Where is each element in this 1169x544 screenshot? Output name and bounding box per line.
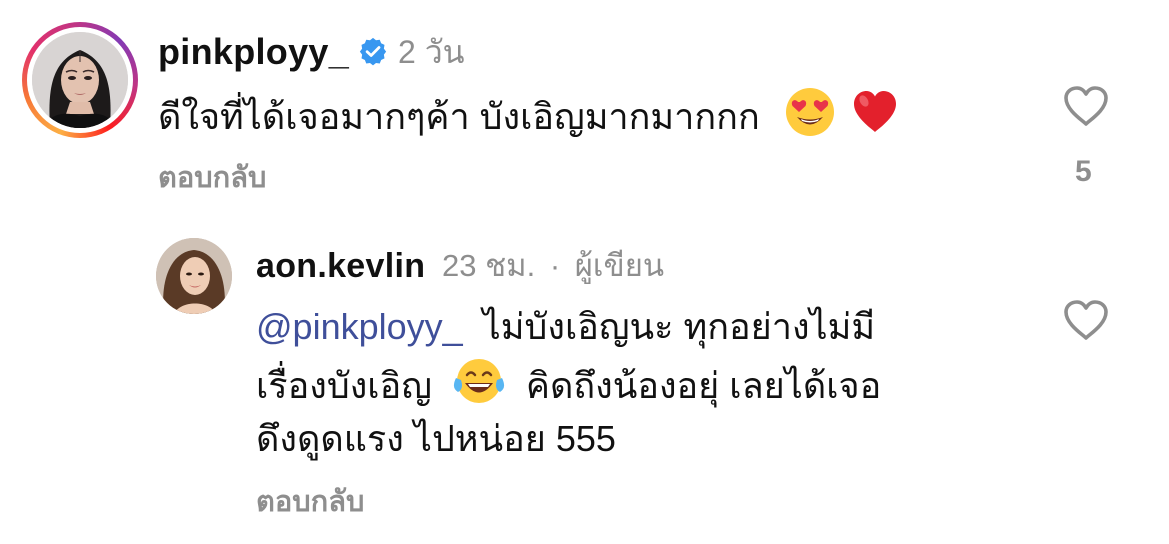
reply-line-1: @pinkployy_ ไม่บังเอิญนะ ทุกอย่างไม่มี bbox=[256, 300, 875, 354]
reply-button[interactable]: ตอบกลับ bbox=[256, 484, 364, 520]
verified-badge-icon bbox=[358, 36, 388, 71]
comment-timestamp: 2 วัน bbox=[398, 34, 465, 70]
reply-meta: 23 ชม. · ผู้เขียน bbox=[442, 244, 664, 288]
reply-timestamp: 23 ชม. bbox=[442, 248, 536, 283]
story-ring[interactable] bbox=[22, 22, 138, 138]
reply-text-line2b: คิดถึงน้องอยุ่ เลยได้เจอ bbox=[525, 365, 882, 407]
like-heart-icon[interactable] bbox=[1062, 84, 1110, 128]
story-ring-gap bbox=[27, 27, 133, 133]
comment-body: ดีใจที่ได้เจอมากๆค้า บังเอิญมากมากกก bbox=[158, 86, 900, 153]
comment-text: ดีใจที่ได้เจอมากๆค้า บังเอิญมากมากกก bbox=[158, 96, 760, 138]
mention-link[interactable]: @pinkployy_ bbox=[256, 306, 463, 347]
avatar-pinkployy[interactable] bbox=[32, 32, 128, 128]
reply-line-3: ดึงดูดแรง ไปหน่อย 555 bbox=[256, 418, 616, 459]
reply-text-line1: ไม่บังเอิญนะ ทุกอย่างไม่มี bbox=[482, 306, 876, 347]
like-count: 5 bbox=[1075, 155, 1092, 188]
red-heart-emoji-icon bbox=[850, 87, 900, 152]
comment-username[interactable]: pinkployy_ bbox=[158, 30, 349, 74]
reply-button[interactable]: ตอบกลับ bbox=[158, 160, 266, 196]
reply-text-line2a: เรื่องบังเอิญ bbox=[256, 365, 432, 407]
reply-username[interactable]: aon.kevlin bbox=[256, 244, 425, 288]
heart-eyes-emoji-icon bbox=[784, 86, 836, 153]
avatar-aon-kevlin[interactable] bbox=[156, 238, 232, 314]
avatar-portrait-icon bbox=[156, 238, 232, 314]
avatar-portrait-icon bbox=[32, 32, 128, 128]
like-heart-icon[interactable] bbox=[1062, 298, 1110, 342]
author-tag: ผู้เขียน bbox=[574, 248, 665, 283]
meta-separator: · bbox=[549, 248, 561, 283]
